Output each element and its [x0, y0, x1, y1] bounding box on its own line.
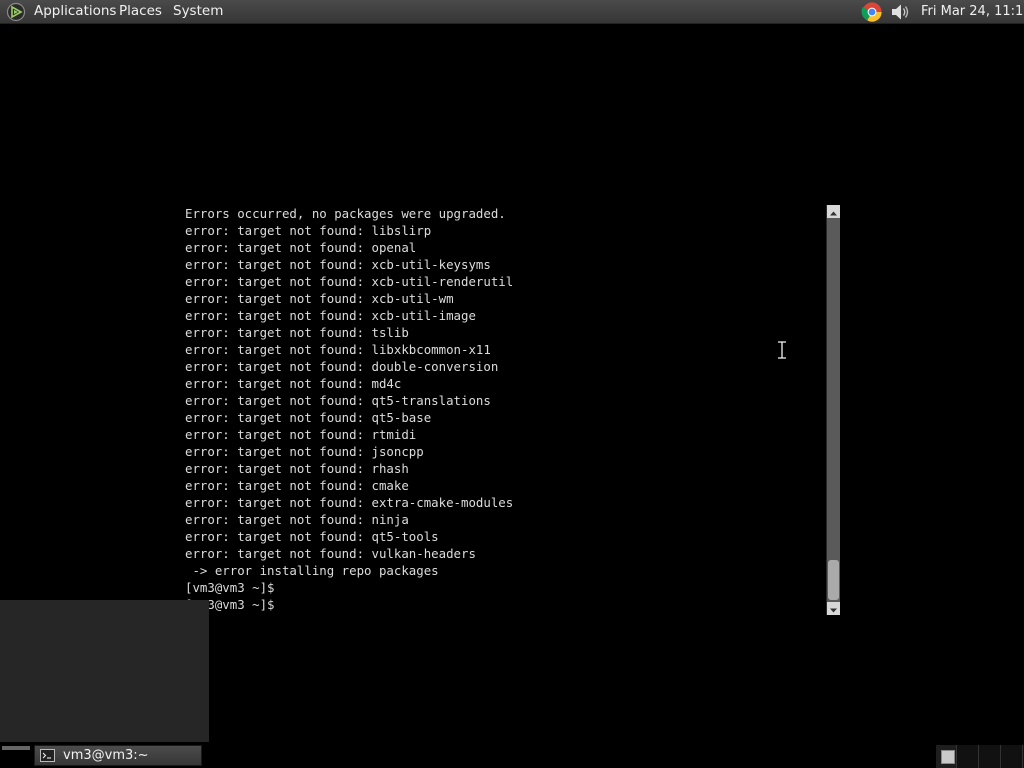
workspace-switcher	[936, 745, 1024, 768]
terminal-line: error: target not found: rhash	[185, 461, 409, 476]
terminal-line: error: target not found: libxkbcommon-x1…	[185, 342, 491, 357]
terminal-line: error: target not found: qt5-base	[185, 410, 432, 425]
terminal-line: error: target not found: md4c	[185, 376, 402, 391]
workspace-window-thumbnail	[941, 750, 955, 764]
terminal-line: error: target not found: vulkan-headers	[185, 546, 476, 561]
terminal-line: [vm3@vm3 ~]$	[185, 597, 275, 612]
distro-logo-icon[interactable]	[6, 2, 26, 22]
arrow-up-icon	[830, 211, 837, 216]
arrow-down-icon	[830, 608, 837, 613]
terminal-line: -> error installing repo packages	[185, 563, 439, 578]
menu-applications[interactable]: Applications	[34, 3, 116, 20]
menu-places[interactable]: Places	[119, 3, 162, 20]
workspace-2[interactable]	[958, 745, 979, 768]
terminal-line: error: target not found: ninja	[185, 512, 409, 527]
scroll-thumb[interactable]	[828, 560, 839, 600]
terminal-line: error: target not found: libslirp	[185, 223, 432, 238]
scroll-down-button[interactable]	[827, 602, 840, 615]
terminal-line: error: target not found: qt5-translation…	[185, 393, 491, 408]
chrome-icon[interactable]	[860, 1, 884, 23]
terminal-output[interactable]: Errors occurred, no packages were upgrad…	[185, 205, 513, 613]
taskbar-terminal-button[interactable]: vm3@vm3:~	[34, 745, 202, 766]
desktop-area	[0, 600, 209, 746]
menu-system[interactable]: System	[173, 3, 223, 20]
terminal-icon	[40, 749, 55, 762]
terminal-line: error: target not found: tslib	[185, 325, 409, 340]
scroll-up-button[interactable]	[827, 205, 840, 218]
terminal-line: error: target not found: qt5-tools	[185, 529, 439, 544]
terminal-scrollbar[interactable]	[826, 205, 840, 615]
volume-icon[interactable]	[889, 2, 913, 22]
terminal-line: [vm3@vm3 ~]$	[185, 580, 275, 595]
top-panel: Applications Places System Fri Mar 24, 1…	[0, 0, 1024, 24]
terminal-line: error: target not found: xcb-util-wm	[185, 291, 454, 306]
terminal-line: error: target not found: cmake	[185, 478, 409, 493]
terminal-line: Errors occurred, no packages were upgrad…	[185, 206, 506, 221]
terminal-line: error: target not found: xcb-util-keysym…	[185, 257, 491, 272]
workspace-4[interactable]	[1002, 745, 1023, 768]
clock[interactable]: Fri Mar 24, 11:12	[921, 3, 1024, 20]
workspace-1[interactable]	[936, 745, 957, 768]
taskbar-terminal-label: vm3@vm3:~	[63, 748, 149, 763]
terminal-line: error: target not found: xcb-util-image	[185, 308, 476, 323]
workspace-3[interactable]	[980, 745, 1001, 768]
terminal-line: error: target not found: jsoncpp	[185, 444, 424, 459]
terminal-line: error: target not found: rtmidi	[185, 427, 417, 442]
terminal-line: error: target not found: extra-cmake-mod…	[185, 495, 514, 510]
terminal-line: error: target not found: double-conversi…	[185, 359, 499, 374]
terminal-line: error: target not found: xcb-util-render…	[185, 274, 514, 289]
desktop: Applications Places System Fri Mar 24, 1…	[0, 0, 1024, 768]
ibeam-cursor-icon	[778, 341, 786, 359]
terminal-line: error: target not found: openal	[185, 240, 417, 255]
show-desktop-button[interactable]	[2, 746, 30, 750]
terminal-window[interactable]: Errors occurred, no packages were upgrad…	[183, 202, 827, 615]
